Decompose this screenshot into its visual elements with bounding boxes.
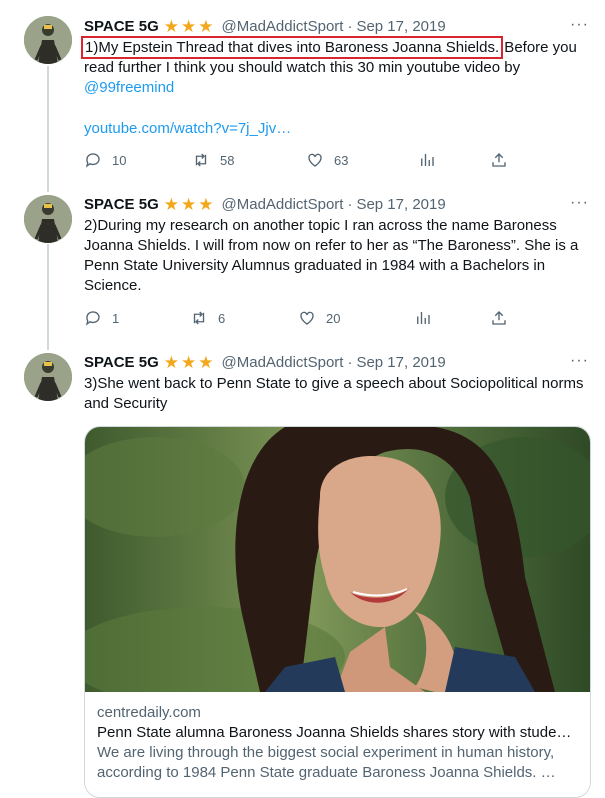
reply-icon (85, 153, 100, 168)
share-icon (492, 311, 506, 325)
tweet-text: 2)During my research on another topic I … (84, 217, 579, 294)
reply-button[interactable]: 10 (84, 151, 126, 169)
avatar-image (24, 195, 72, 243)
display-name[interactable]: SPACE 5G (84, 18, 159, 35)
views-button[interactable] (414, 309, 432, 327)
separator: · (347, 17, 353, 35)
views-icon (421, 154, 434, 166)
card-domain: centredaily.com (97, 704, 201, 721)
tweet-header: SPACE 5G ★ ★ ★ @MadAddictSport · Sep 17, 2… (84, 15, 446, 37)
avatar[interactable] (24, 353, 72, 401)
retweet-button[interactable]: 6 (190, 309, 225, 327)
tweet-date[interactable]: Sep 17, 2019 (356, 18, 445, 35)
mention-link[interactable]: @99freemind (84, 79, 174, 96)
tweet-header: SPACE 5G ★ ★ ★ @MadAddictSport · Sep 17, 2… (84, 193, 446, 215)
separator: · (347, 353, 353, 371)
retweet-count: 6 (218, 310, 226, 326)
star-badge-icon: ★ ★ ★ (163, 194, 214, 214)
tweet-text: 1)My Epstein Thread that dives into Baro… (80, 36, 589, 98)
user-handle[interactable]: @MadAddictSport (222, 18, 344, 35)
star-badge-icon: ★ ★ ★ (163, 352, 214, 372)
avatar[interactable] (24, 195, 72, 243)
like-icon (300, 311, 314, 325)
share-button[interactable] (490, 151, 508, 169)
views-icon (417, 312, 430, 324)
display-name[interactable]: SPACE 5G (84, 354, 159, 371)
tweet-date[interactable]: Sep 17, 2019 (356, 196, 445, 213)
like-button[interactable]: 63 (306, 151, 348, 169)
like-icon (308, 153, 322, 167)
tweet-text: 3)She went back to Penn State to give a … (84, 375, 584, 412)
tweet-header: SPACE 5G ★ ★ ★ @MadAddictSport · Sep 17, 2… (84, 351, 446, 373)
user-handle[interactable]: @MadAddictSport (222, 354, 344, 371)
highlighted-text: 1)My Epstein Thread that dives into Baro… (80, 36, 504, 59)
card-title[interactable]: Penn State alumna Baroness Joanna Shield… (97, 723, 579, 743)
more-icon[interactable]: ··· (570, 194, 589, 212)
star-badge-icon: ★ ★ ★ (163, 16, 214, 36)
card-description: We are living through the biggest social… (97, 744, 556, 781)
user-handle[interactable]: @MadAddictSport (222, 196, 344, 213)
youtube-link[interactable]: youtube.com/watch?v=7j_Jjv… (84, 119, 589, 139)
link-card[interactable]: centredaily.com Penn State alumna Barone… (84, 426, 591, 798)
more-icon[interactable]: ··· (570, 16, 589, 34)
share-button[interactable] (490, 309, 508, 327)
retweet-icon (193, 311, 205, 325)
more-icon[interactable]: ··· (570, 352, 589, 370)
display-name[interactable]: SPACE 5G (84, 196, 159, 213)
reply-count: 1 (112, 310, 120, 326)
reply-icon (85, 311, 100, 326)
retweet-button[interactable]: 58 (192, 151, 234, 169)
avatar[interactable] (24, 16, 72, 64)
like-count: 63 (334, 152, 349, 168)
avatar-image (24, 353, 72, 401)
retweet-icon (195, 153, 207, 167)
card-photo (85, 427, 590, 692)
tweet-date[interactable]: Sep 17, 2019 (356, 354, 445, 371)
card-meta: centredaily.com Penn State alumna Barone… (97, 703, 579, 783)
avatar-image (24, 16, 72, 64)
views-button[interactable] (418, 151, 436, 169)
like-button[interactable]: 20 (298, 309, 340, 327)
share-icon (492, 153, 506, 167)
reply-count: 10 (112, 152, 127, 168)
reply-button[interactable]: 1 (84, 309, 119, 327)
like-count: 20 (326, 310, 341, 326)
thread-line (47, 244, 49, 350)
thread-line (47, 66, 49, 192)
separator: · (347, 195, 353, 213)
retweet-count: 58 (220, 152, 235, 168)
